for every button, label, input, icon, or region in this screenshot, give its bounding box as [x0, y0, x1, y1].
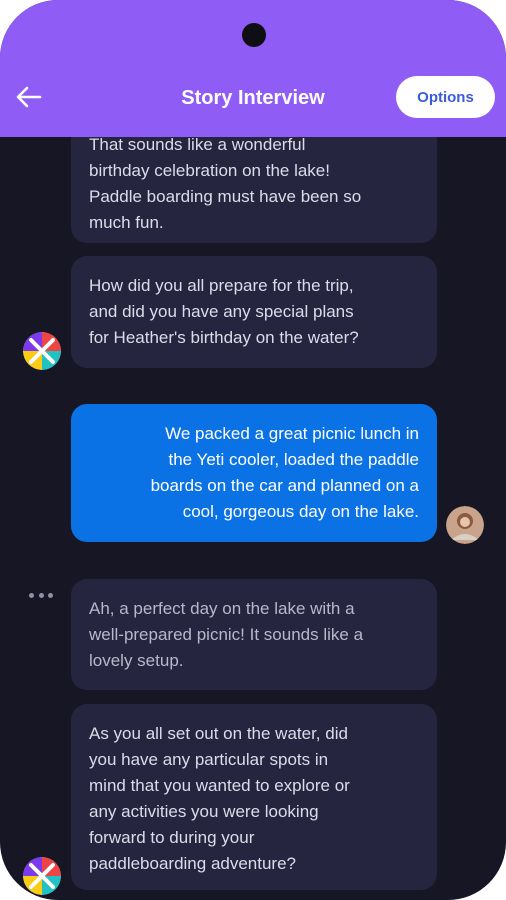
phone-frame: That sounds like a wonderful birthday ce… — [0, 0, 506, 900]
assistant-avatar — [23, 332, 61, 370]
user-message: We packed a great picnic lunch in the Ye… — [71, 404, 437, 542]
typing-dots-icon — [29, 590, 53, 600]
options-button[interactable]: Options — [396, 76, 495, 118]
assistant-message: As you all set out on the water, did you… — [71, 704, 437, 890]
arrow-left-icon — [16, 86, 42, 108]
assistant-message: Ah, a perfect day on the lake with a wel… — [71, 579, 437, 690]
assistant-message: How did you all prepare for the trip, an… — [71, 256, 437, 368]
user-photo-icon — [446, 506, 484, 544]
user-avatar — [446, 506, 484, 544]
camera-notch — [242, 23, 266, 47]
page-title: Story Interview — [181, 87, 325, 109]
app-header: Story Interview Options — [0, 0, 506, 137]
multicolor-logo-icon — [23, 332, 61, 370]
back-button[interactable] — [14, 82, 44, 112]
assistant-avatar — [23, 857, 61, 895]
multicolor-logo-icon — [23, 857, 61, 895]
